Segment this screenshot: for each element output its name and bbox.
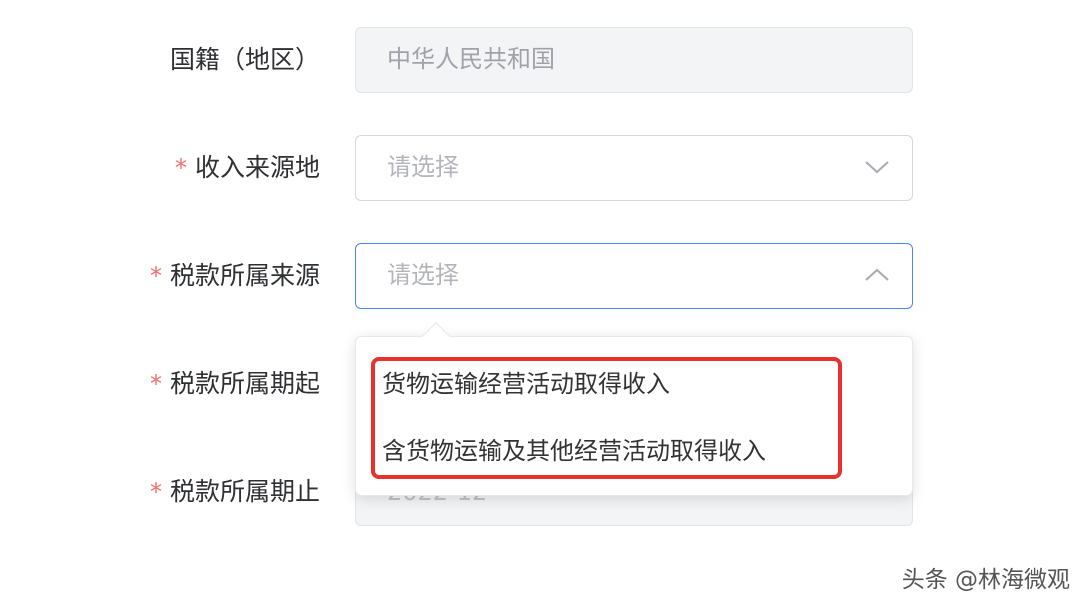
highlight-annotation-box	[371, 357, 842, 479]
period-end-label: * 税款所属期止	[150, 477, 320, 507]
income-source-place-label: * 收入来源地	[175, 153, 320, 183]
nationality-label-text: 国籍（地区）	[169, 45, 320, 74]
watermark: 头条 @林海微观	[901, 567, 1070, 593]
required-asterisk: *	[149, 370, 162, 398]
income-source-place-label-text: 收入来源地	[194, 153, 320, 182]
required-asterisk: *	[149, 262, 162, 290]
nationality-value: 中华人民共和国	[387, 45, 555, 73]
nationality-field: 中华人民共和国	[355, 27, 913, 93]
income-source-place-select[interactable]: 请选择	[355, 135, 913, 201]
nationality-label: 国籍（地区）	[170, 45, 320, 75]
required-asterisk: *	[174, 154, 187, 182]
tax-source-select[interactable]: 请选择	[355, 243, 913, 309]
required-asterisk: *	[149, 478, 162, 506]
chevron-down-icon[interactable]	[864, 157, 890, 177]
period-start-label: * 税款所属期起	[150, 369, 320, 399]
period-start-label-text: 税款所属期起	[169, 369, 320, 398]
tax-source-label: * 税款所属来源	[150, 261, 320, 291]
tax-source-placeholder: 请选择	[387, 261, 459, 289]
tax-source-label-text: 税款所属来源	[169, 261, 320, 290]
chevron-up-icon[interactable]	[864, 265, 890, 285]
period-end-label-text: 税款所属期止	[169, 477, 320, 506]
income-source-place-placeholder: 请选择	[387, 153, 459, 181]
